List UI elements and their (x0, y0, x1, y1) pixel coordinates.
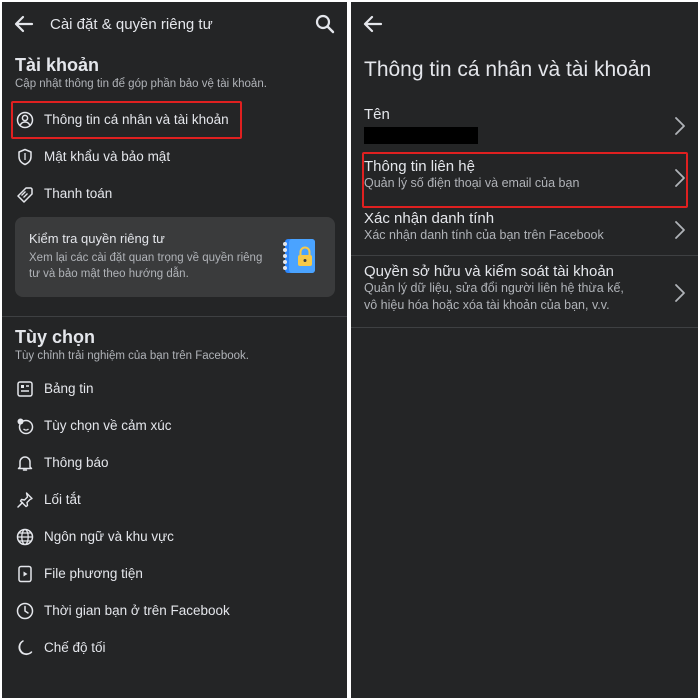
row-description-line1: Quản lý dữ liệu, sửa đổi người liên hệ t… (364, 281, 624, 295)
back-arrow-icon[interactable] (12, 12, 36, 36)
shield-icon (15, 147, 35, 167)
settings-privacy-panel: Cài đặt & quyền riêng tư Tài khoản Cập n… (2, 2, 347, 698)
menu-item-label: File phương tiện (44, 566, 143, 581)
menu-item-label: Thông báo (44, 455, 109, 470)
row-label: Quyền sở hữu và kiểm soát tài khoản (364, 263, 615, 280)
redacted-name (364, 127, 478, 144)
notebook-lock-icon (279, 235, 321, 282)
menu-item-dark-mode[interactable]: Chế độ tối (2, 629, 347, 666)
menu-item-language-region[interactable]: Ngôn ngữ và khu vực (2, 518, 347, 555)
preferences-menu: Bảng tin Tùy chọn về cảm xúc Thông báo L… (2, 370, 347, 666)
news-feed-icon (15, 379, 35, 399)
pin-icon (15, 490, 35, 510)
header-title: Cài đặt & quyền riêng tư (50, 15, 213, 33)
privacy-card-description: Xem lại các cài đặt quan trọng về quyền … (29, 252, 263, 280)
row-label: Xác nhận danh tính (364, 210, 495, 227)
preferences-section-subtitle: Tùy chỉnh trải nghiệm của bạn trên Faceb… (15, 350, 249, 362)
menu-item-payments[interactable]: Thanh toán (2, 175, 347, 212)
privacy-card-title: Kiểm tra quyền riêng tư (29, 231, 165, 246)
section-divider (2, 316, 347, 317)
menu-item-reaction-preferences[interactable]: Tùy chọn về cảm xúc (2, 407, 347, 444)
menu-item-label: Bảng tin (44, 381, 94, 396)
highlight-box (11, 101, 242, 139)
menu-item-password-security[interactable]: Mật khẩu và bảo mật (2, 138, 347, 175)
row-description-line2: vô hiệu hóa hoặc xóa tài khoản của bạn, … (364, 298, 610, 312)
menu-item-label: Thanh toán (44, 186, 113, 201)
menu-item-label: Ngôn ngữ và khu vực (44, 529, 174, 544)
menu-item-label: Thời gian bạn ở trên Facebook (44, 603, 230, 618)
reaction-icon (15, 416, 35, 436)
account-section-subtitle: Cập nhật thông tin để góp phần bảo vệ tà… (15, 78, 267, 90)
row-label: Tên (364, 106, 390, 123)
account-section: Tài khoản Cập nhật thông tin để góp phần… (2, 55, 347, 90)
chevron-right-icon (674, 116, 686, 141)
chevron-right-icon (674, 220, 686, 245)
row-divider (351, 327, 698, 328)
menu-item-time-on-facebook[interactable]: Thời gian bạn ở trên Facebook (2, 592, 347, 629)
moon-icon (15, 638, 35, 658)
account-section-title: Tài khoản (15, 55, 100, 75)
menu-item-label: Mật khẩu và bảo mật (44, 149, 171, 164)
menu-item-label: Lối tắt (44, 492, 81, 507)
search-icon[interactable] (313, 12, 337, 36)
row-description: Xác nhận danh tính của bạn trên Facebook (364, 228, 604, 242)
menu-item-media-files[interactable]: File phương tiện (2, 555, 347, 592)
personal-account-info-panel: Thông tin cá nhân và tài khoản Tên Thông… (351, 2, 698, 698)
clock-icon (15, 601, 35, 621)
preferences-section-title: Tùy chọn (15, 327, 95, 347)
row-name[interactable]: Tên (351, 106, 698, 148)
tag-icon (15, 184, 35, 204)
menu-item-label: Chế độ tối (44, 640, 106, 655)
chevron-right-icon (674, 283, 686, 308)
back-arrow-icon[interactable] (361, 12, 385, 36)
menu-item-notifications[interactable]: Thông báo (2, 444, 347, 481)
highlight-box (362, 152, 688, 208)
menu-item-shortcuts[interactable]: Lối tắt (2, 481, 347, 518)
row-divider (351, 255, 698, 256)
header-bar (351, 2, 698, 46)
preferences-section: Tùy chọn Tùy chỉnh trải nghiệm của bạn t… (2, 327, 347, 362)
globe-icon (15, 527, 35, 547)
privacy-checkup-card[interactable]: Kiểm tra quyền riêng tư Xem lại các cài … (15, 217, 335, 297)
media-file-icon (15, 564, 35, 584)
menu-item-label: Tùy chọn về cảm xúc (44, 418, 172, 433)
page-title: Thông tin cá nhân và tài khoản (364, 58, 652, 81)
row-ownership-control[interactable]: Quyền sở hữu và kiểm soát tài khoản Quản… (351, 263, 698, 323)
bell-icon (15, 453, 35, 473)
menu-item-news-feed[interactable]: Bảng tin (2, 370, 347, 407)
row-identity-confirmation[interactable]: Xác nhận danh tính Xác nhận danh tính củ… (351, 210, 698, 254)
header-bar: Cài đặt & quyền riêng tư (2, 2, 347, 46)
